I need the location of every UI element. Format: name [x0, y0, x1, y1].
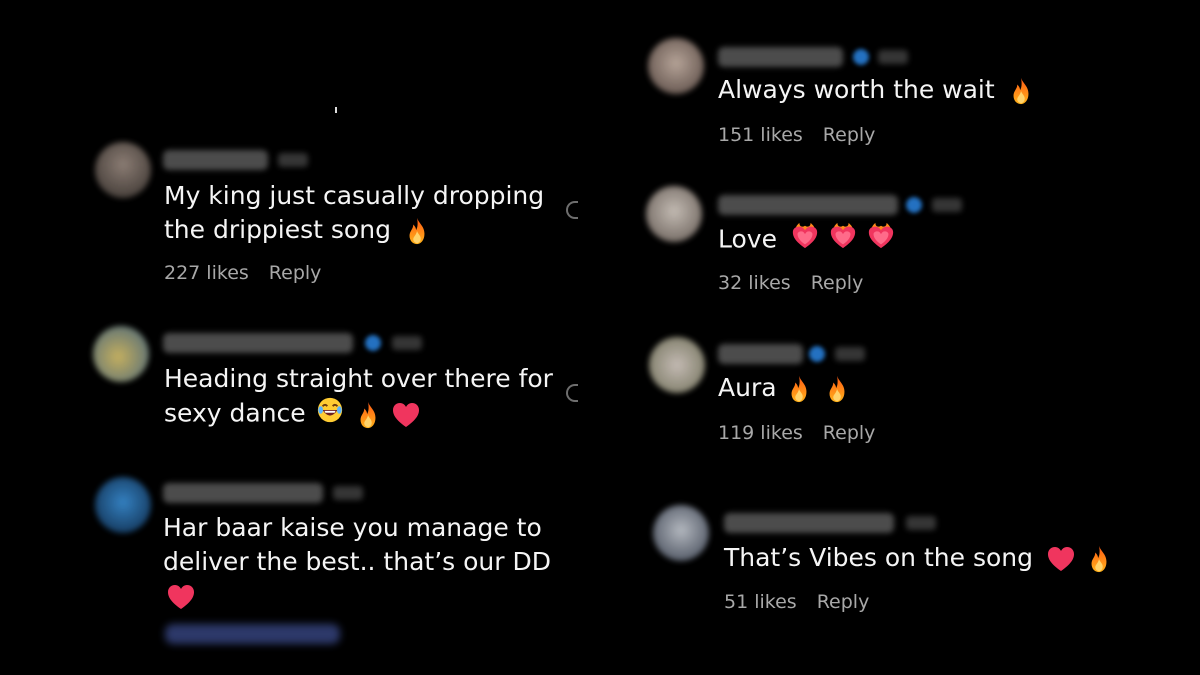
username-blurred[interactable]: [718, 47, 843, 67]
comment-meta: 227 likes Reply: [164, 262, 321, 284]
reply-button[interactable]: Reply: [817, 591, 870, 613]
laughing-face-icon: [316, 396, 344, 433]
username-blurred[interactable]: [718, 195, 898, 215]
likes-count[interactable]: 32 likes: [718, 272, 791, 294]
heart-on-fire-icon: [829, 222, 857, 259]
reply-button[interactable]: Reply: [823, 124, 876, 146]
fire-icon: [825, 375, 849, 403]
fire-icon: [356, 401, 380, 429]
username-blurred[interactable]: [163, 333, 353, 353]
likes-count[interactable]: 51 likes: [724, 591, 797, 613]
comment-text: Love: [718, 222, 895, 259]
avatar[interactable]: [93, 326, 149, 382]
comment-meta: 151 likes Reply: [718, 124, 875, 146]
reply-button[interactable]: Reply: [269, 262, 322, 284]
username-blurred[interactable]: [718, 344, 803, 364]
comment-meta: 51 likes Reply: [724, 591, 869, 613]
fire-icon: [1087, 545, 1111, 573]
likes-count[interactable]: 119 likes: [718, 422, 803, 444]
avatar[interactable]: [646, 186, 702, 242]
heart-on-fire-icon: [791, 222, 819, 259]
verified-badge-icon: [906, 197, 922, 213]
chevron-left-icon[interactable]: [566, 384, 578, 402]
fire-icon: [1009, 77, 1033, 105]
timestamp-blurred: [392, 336, 422, 350]
heart-icon: [167, 584, 195, 610]
verified-badge-icon: [365, 335, 381, 351]
comment-text: My king just casually dropping the dripp…: [164, 181, 545, 245]
comment-text: That’s Vibes on the song: [724, 541, 1111, 575]
reply-button[interactable]: Reply: [823, 422, 876, 444]
avatar[interactable]: [648, 38, 704, 94]
heart-on-fire-icon: [867, 222, 895, 259]
avatar[interactable]: [653, 505, 709, 561]
timestamp-blurred: [932, 198, 962, 212]
username-blurred[interactable]: [163, 483, 323, 503]
verified-badge-icon: [853, 49, 869, 65]
heart-icon: [392, 402, 420, 428]
likes-count[interactable]: 151 likes: [718, 124, 803, 146]
avatar[interactable]: [95, 477, 151, 533]
timestamp-blurred: [878, 50, 908, 64]
timestamp-blurred: [278, 153, 308, 167]
username-blurred[interactable]: [163, 150, 268, 170]
stray-dot: [335, 107, 337, 113]
comment-text: Har baar kaise you manage to deliver the…: [163, 511, 551, 613]
timestamp-blurred: [333, 486, 363, 500]
likes-count[interactable]: 227 likes: [164, 262, 249, 284]
avatar[interactable]: [649, 337, 705, 393]
fire-icon: [787, 375, 811, 403]
mention-blurred[interactable]: [165, 624, 340, 644]
timestamp-blurred: [835, 347, 865, 361]
verified-badge-icon: [809, 346, 825, 362]
username-blurred[interactable]: [724, 513, 894, 533]
heart-icon: [1047, 546, 1075, 572]
comment-meta: 119 likes Reply: [718, 422, 875, 444]
fire-icon: [405, 217, 429, 245]
reply-button[interactable]: Reply: [811, 272, 864, 294]
timestamp-blurred: [906, 516, 936, 530]
chevron-left-icon[interactable]: [566, 201, 578, 219]
comment-meta: 32 likes Reply: [718, 272, 863, 294]
comment-text: Always worth the wait: [718, 73, 1033, 107]
avatar[interactable]: [95, 142, 151, 198]
comment-text: Heading straight over there for sexy dan…: [164, 362, 553, 433]
comment-text: Aura: [718, 371, 849, 405]
